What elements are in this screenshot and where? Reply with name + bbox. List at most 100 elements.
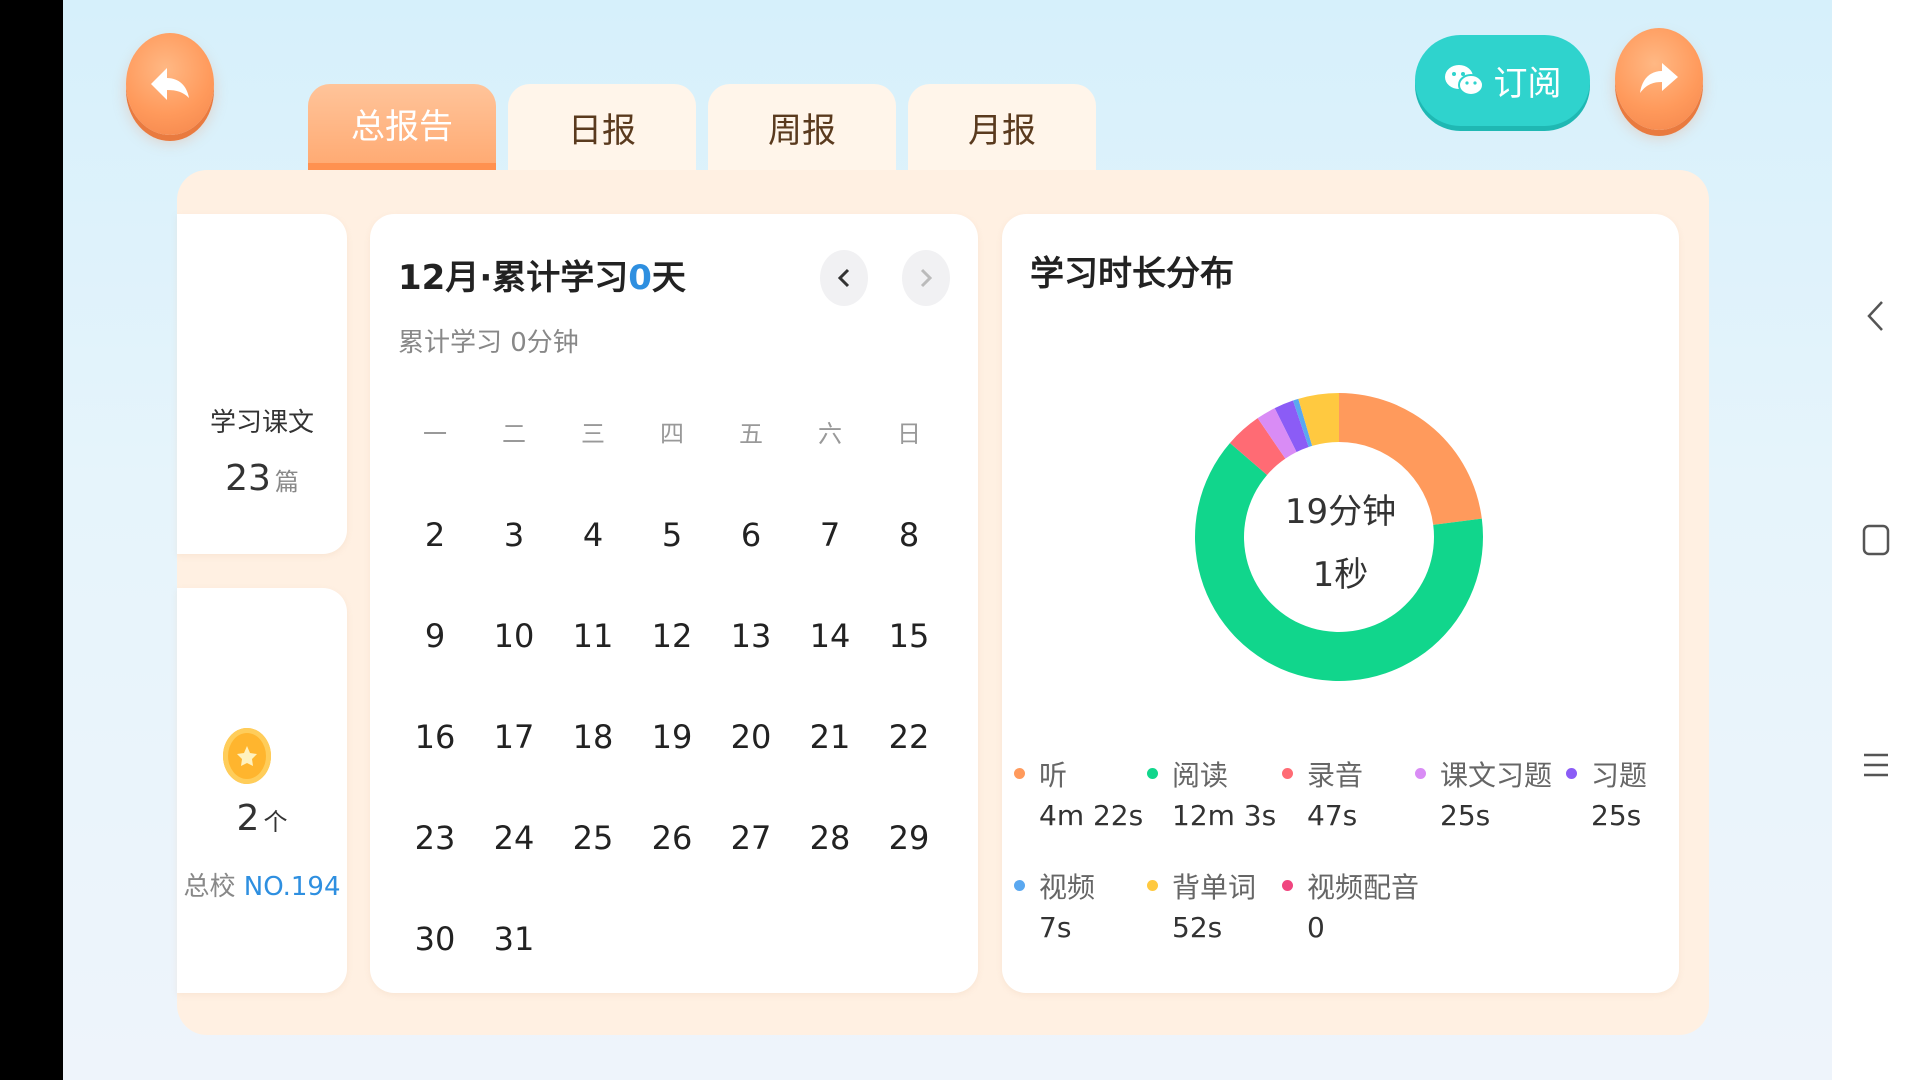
legend-dot	[1566, 768, 1577, 779]
calendar-day[interactable]: 19	[642, 718, 702, 756]
lessons-stat-card: 学习课文 23 篇	[177, 214, 347, 554]
weekday-header: 二	[502, 420, 526, 448]
lessons-label: 学习课文	[209, 408, 314, 438]
legend-value: 25s	[1591, 799, 1642, 832]
legend-name: 视频配音	[1307, 871, 1420, 904]
calendar-day[interactable]: 14	[800, 617, 860, 655]
chevron-left-icon	[837, 268, 850, 288]
rank-prefix: 总校	[183, 872, 236, 902]
calendar-day[interactable]: 5	[642, 516, 702, 554]
calendar-title-prefix: 12月·累计学习	[398, 258, 629, 298]
donut-total-seconds: 1秒	[1312, 555, 1369, 595]
calendar-card: 12月·累计学习0天 累计学习 0分钟 一二三四五六日 2 3 4 5 6 7 8 9 10 11 1…	[370, 214, 978, 993]
calendar-day[interactable]: 22	[879, 718, 939, 756]
legend-value: 12m 3s	[1172, 799, 1277, 832]
legend-name: 阅读	[1172, 759, 1229, 792]
school-rank: 总校 NO.194	[177, 866, 347, 903]
tab-total-report[interactable]: 总报告	[308, 84, 496, 170]
coins-count: 2	[236, 798, 260, 839]
system-home-button[interactable]	[1832, 510, 1920, 570]
calendar-day[interactable]: 29	[879, 819, 939, 857]
back-arrow-icon	[151, 68, 189, 100]
calendar-day[interactable]: 11	[563, 617, 623, 655]
calendar-day[interactable]: 13	[721, 617, 781, 655]
legend-name: 视频	[1039, 871, 1096, 904]
calendar-day[interactable]: 6	[721, 516, 781, 554]
weekday-header: 六	[818, 420, 842, 448]
legend-name: 背单词	[1172, 871, 1257, 904]
share-arrow-icon	[1640, 63, 1678, 93]
tab-label: 月报	[968, 110, 1036, 151]
weekday-header: 日	[897, 420, 921, 448]
calendar-day[interactable]: 31	[484, 920, 544, 958]
calendar-day[interactable]: 27	[721, 819, 781, 857]
legend-dot	[1282, 880, 1293, 891]
weekday-header: 三	[581, 420, 605, 448]
subscribe-label: 订阅	[1493, 64, 1562, 104]
tab-daily-report[interactable]: 日报	[508, 84, 696, 170]
tab-label: 总报告	[351, 107, 453, 147]
calendar-day[interactable]: 28	[800, 819, 860, 857]
calendar-title-days: 0	[628, 258, 652, 298]
chevron-right-icon	[920, 268, 933, 288]
calendar-day[interactable]: 23	[405, 819, 465, 857]
weekday-header: 五	[739, 420, 763, 448]
prev-month-button[interactable]	[820, 250, 868, 306]
calendar-title-suffix: 天	[651, 258, 686, 298]
calendar-day[interactable]: 21	[800, 718, 860, 756]
calendar-day[interactable]: 26	[642, 819, 702, 857]
rank-value: NO.194	[243, 872, 341, 902]
calendar-day[interactable]: 17	[484, 718, 544, 756]
next-month-button[interactable]	[902, 250, 950, 306]
tab-label: 周报	[768, 110, 836, 151]
subscribe-button[interactable]: 订阅	[1415, 35, 1590, 126]
calendar-day[interactable]: 30	[405, 920, 465, 958]
share-button[interactable]	[1615, 28, 1703, 130]
legend-dot	[1147, 768, 1158, 779]
coins-stat-card: 2个 总校 NO.194	[177, 588, 347, 993]
back-button[interactable]	[126, 33, 214, 135]
legend-value: 7s	[1039, 911, 1072, 944]
calendar-day[interactable]: 8	[879, 516, 939, 554]
calendar-day[interactable]: 12	[642, 617, 702, 655]
weekday-header: 四	[660, 420, 684, 448]
calendar-day[interactable]: 18	[563, 718, 623, 756]
lessons-unit: 篇	[274, 468, 299, 496]
calendar-day[interactable]: 24	[484, 819, 544, 857]
legend-name: 习题	[1591, 759, 1648, 792]
calendar-day[interactable]: 15	[879, 617, 939, 655]
lessons-count-row: 23 篇	[177, 458, 347, 499]
legend-dot	[1014, 880, 1025, 891]
legend-value: 25s	[1440, 799, 1491, 832]
calendar-day[interactable]: 10	[484, 617, 544, 655]
calendar-day[interactable]: 25	[563, 819, 623, 857]
weekday-header: 一	[423, 420, 447, 448]
calendar-day[interactable]: 20	[721, 718, 781, 756]
calendar-day[interactable]: 9	[405, 617, 465, 655]
legend-dot	[1147, 880, 1158, 891]
coin-icon	[223, 728, 271, 784]
calendar-day[interactable]: 7	[800, 516, 860, 554]
system-menu-icon	[1864, 753, 1888, 777]
legend-name: 录音	[1307, 759, 1364, 792]
system-back-button[interactable]	[1832, 286, 1920, 346]
system-nav-bar	[1832, 0, 1920, 1080]
calendar-day[interactable]: 4	[563, 516, 623, 554]
donut-total-minutes: 19分钟	[1284, 492, 1397, 532]
lessons-count: 23	[225, 458, 271, 499]
coins-count-row: 2个	[177, 798, 347, 839]
legend-dot	[1415, 768, 1426, 779]
system-back-icon	[1867, 301, 1883, 331]
wechat-icon	[1444, 64, 1484, 96]
calendar-title: 12月·累计学习0天	[398, 250, 686, 299]
calendar-day[interactable]: 16	[405, 718, 465, 756]
system-menu-button[interactable]	[1832, 735, 1920, 795]
calendar-day[interactable]: 3	[484, 516, 544, 554]
calendar-day[interactable]: 2	[405, 516, 465, 554]
tab-weekly-report[interactable]: 周报	[708, 84, 896, 170]
legend-value: 52s	[1172, 911, 1223, 944]
tab-monthly-report[interactable]: 月报	[908, 84, 1096, 170]
legend-name: 课文习题	[1440, 759, 1553, 792]
legend-value: 0	[1307, 911, 1325, 944]
device-left-bezel	[0, 0, 63, 1080]
